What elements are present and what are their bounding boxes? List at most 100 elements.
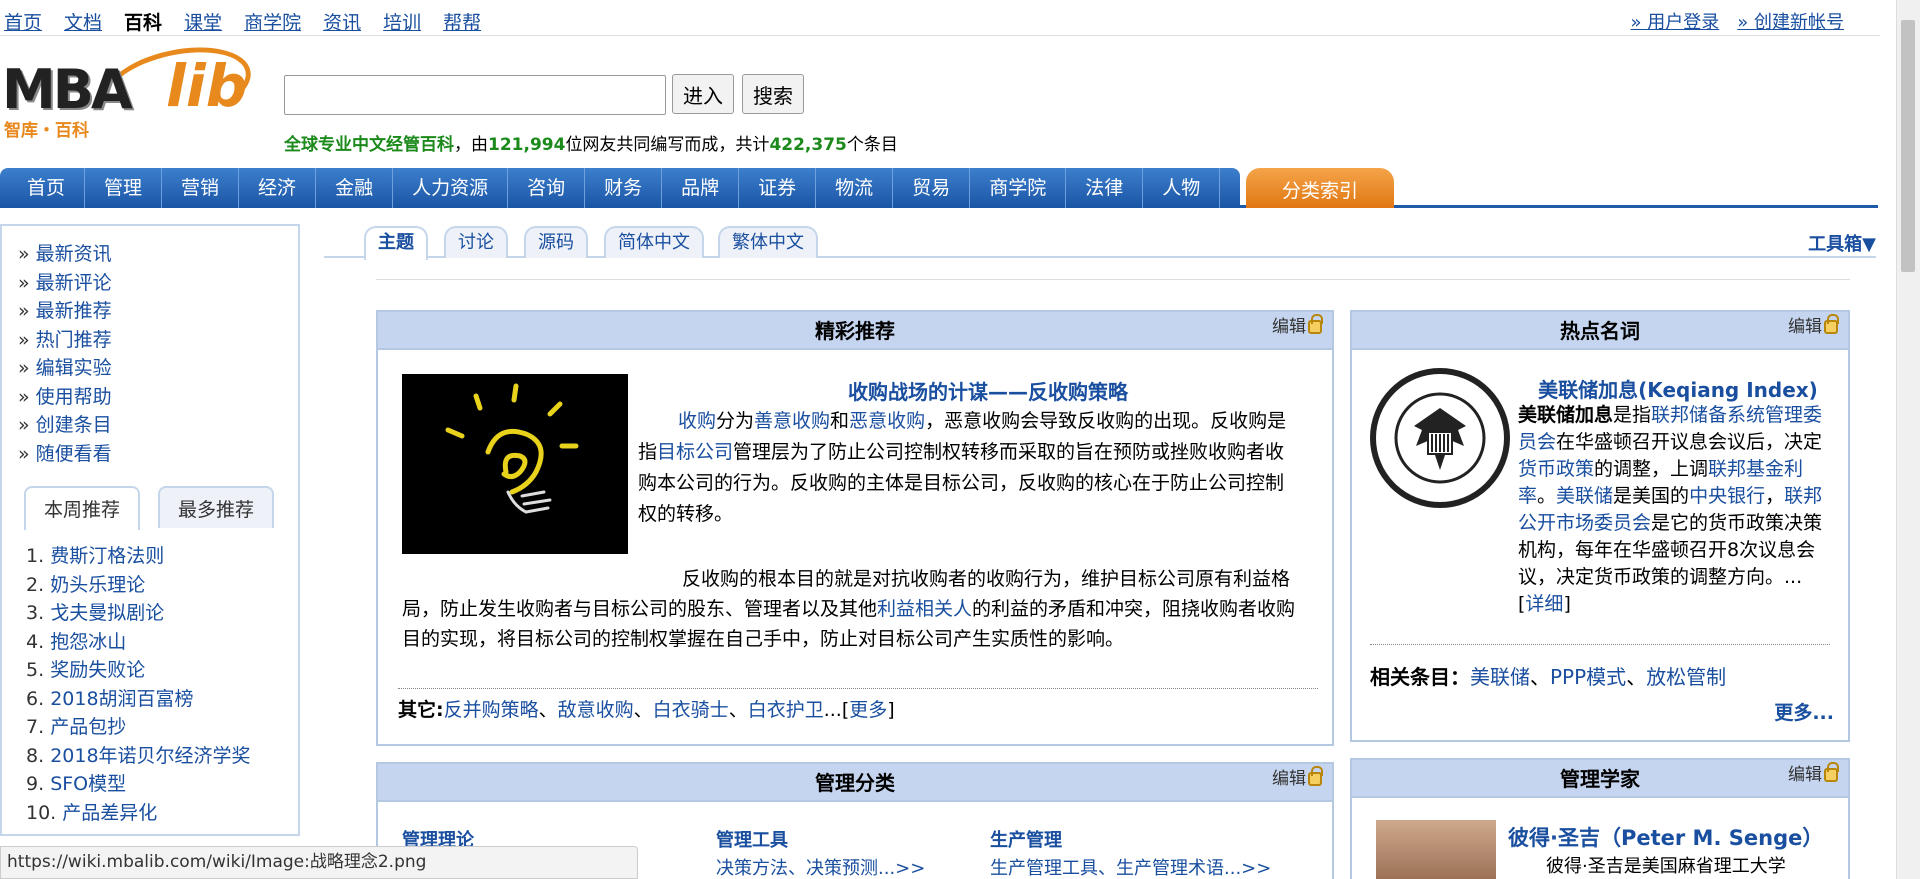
inline-link[interactable]: 货币政策 (1518, 458, 1594, 480)
sidebar-link[interactable]: 创建条目 (18, 411, 298, 440)
main-nav-item[interactable]: 咨询 (508, 168, 586, 208)
inline-link[interactable]: PPP模式 (1550, 665, 1626, 689)
top-nav-item[interactable]: 课堂 (184, 8, 222, 35)
scrollbar-thumb[interactable] (1901, 20, 1915, 272)
toolbox-menu[interactable]: 工具箱▼ (1808, 230, 1876, 256)
rank-link[interactable]: 产品包抄 (50, 716, 126, 738)
category-subitems[interactable]: 生产管理工具、生产管理术语...>> (990, 854, 1271, 879)
rank-link[interactable]: 2018年诺贝尔经济学奖 (50, 745, 250, 767)
rank-link[interactable]: SFO模型 (50, 773, 126, 795)
federal-reserve-seal-image[interactable] (1370, 368, 1510, 508)
rank-link[interactable]: 奶头乐理论 (50, 574, 145, 596)
tab-topic[interactable]: 主题 (364, 226, 428, 260)
top-nav-item[interactable]: 帮帮 (443, 8, 481, 35)
main-nav-item[interactable]: 管理 (85, 168, 163, 208)
lightbulb-image[interactable] (402, 374, 628, 554)
main-nav-label: 物流 (835, 177, 874, 199)
scholar-photo[interactable] (1376, 820, 1496, 879)
inline-link[interactable]: 更多 (849, 699, 887, 721)
inline-link[interactable]: 美联储 (1556, 485, 1613, 507)
rank-link[interactable]: 2018胡润百富榜 (50, 688, 193, 710)
edit-link[interactable]: 编辑 (1788, 760, 1839, 790)
main-nav-item[interactable]: 物流 (816, 168, 894, 208)
sidebar-link[interactable]: 最新资讯 (18, 240, 298, 269)
top-nav-item[interactable]: 百科 (124, 8, 162, 35)
tab-most-recommend[interactable]: 最多推荐 (158, 486, 274, 528)
inline-link[interactable]: 详细 (1525, 593, 1563, 615)
inline-link[interactable]: 反并购策略 (444, 699, 539, 721)
inline-link[interactable]: 中央银行 (1689, 485, 1765, 507)
top-nav-item[interactable]: 文档 (64, 8, 102, 35)
top-nav-item[interactable]: 商学院 (244, 8, 301, 35)
main-nav-item[interactable]: 证券 (739, 168, 817, 208)
scholars-header: 管理学家 编辑 (1352, 760, 1848, 798)
inline-link[interactable]: 目标公司 (657, 441, 733, 463)
lock-icon (1824, 762, 1839, 782)
mbalib-logo[interactable]: MBA lib 智库・百科 (2, 35, 258, 141)
rank-link[interactable]: 奖励失败论 (50, 659, 145, 681)
search-input[interactable] (284, 75, 666, 115)
tab-source[interactable]: 源码 (524, 226, 588, 258)
logo-subtitle: 智库・百科 (4, 121, 89, 141)
inline-link[interactable]: 敌意收购 (558, 699, 634, 721)
scholar-name[interactable]: 彼得·圣吉（Peter M. Senge） (1508, 822, 1838, 852)
main-nav-label: 营销 (181, 177, 220, 199)
sidebar-link[interactable]: 最新评论 (18, 269, 298, 298)
top-nav-item[interactable]: 培训 (383, 8, 421, 35)
sidebar-link[interactable]: 热门推荐 (18, 326, 298, 355)
search-button[interactable]: 搜索 (742, 74, 804, 114)
scholars-header-title: 管理学家 (1560, 767, 1640, 791)
edit-link[interactable]: 编辑 (1272, 764, 1323, 794)
inline-link[interactable]: 白衣护卫 (748, 699, 824, 721)
rank-link[interactable]: 产品差异化 (62, 802, 157, 824)
hot-more-link[interactable]: 更多... (1774, 698, 1834, 725)
tab-simplified[interactable]: 简体中文 (604, 226, 704, 258)
main-nav-item[interactable]: 商学院 (970, 168, 1067, 208)
sidebar-link[interactable]: 随便看看 (18, 440, 298, 469)
main-nav-item[interactable]: 人力资源 (393, 168, 509, 208)
inline-link[interactable]: 放松管制 (1646, 665, 1726, 689)
inline-link[interactable]: 美联储 (1470, 665, 1530, 689)
enter-button[interactable]: 进入 (672, 74, 734, 114)
rank-link[interactable]: 费斯汀格法则 (50, 545, 164, 567)
main-nav-item[interactable]: 营销 (162, 168, 240, 208)
tab-discussion[interactable]: 讨论 (444, 226, 508, 258)
main-nav-item[interactable]: 法律 (1066, 168, 1144, 208)
inline-link[interactable]: 恶意收购 (849, 410, 925, 432)
tagline-title: 全球专业中文经管百科 (284, 135, 454, 155)
tab-traditional[interactable]: 繁体中文 (718, 226, 818, 258)
category-index-tab[interactable]: 分类索引 (1246, 168, 1394, 208)
top-nav-item[interactable]: 首页 (4, 8, 42, 35)
hot-term-title[interactable]: 美联储加息(Keqiang Index) (1518, 374, 1838, 403)
main-nav-label: 法律 (1085, 177, 1124, 199)
page-scrollbar[interactable] (1896, 0, 1920, 879)
edit-link[interactable]: 编辑 (1272, 312, 1323, 342)
main-nav-item[interactable]: 财务 (585, 168, 663, 208)
main-nav-item[interactable]: 金融 (316, 168, 394, 208)
inline-link[interactable]: 白衣骑士 (653, 699, 729, 721)
register-link[interactable]: » 创建新帐号 (1737, 8, 1844, 34)
sidebar-link[interactable]: 使用帮助 (18, 383, 298, 412)
main-nav-item[interactable]: 经济 (239, 168, 317, 208)
inline-link[interactable]: 收购 (678, 410, 716, 432)
main-nav-item[interactable]: 贸易 (893, 168, 971, 208)
tab-weekly-recommend[interactable]: 本周推荐 (24, 486, 140, 530)
rank-link[interactable]: 戈夫曼拟剧论 (50, 602, 164, 624)
inline-link[interactable]: 善意收购 (754, 410, 830, 432)
main-nav-item[interactable]: 品牌 (662, 168, 740, 208)
sidebar-link[interactable]: 最新推荐 (18, 297, 298, 326)
category-heading[interactable]: 生产管理 (990, 826, 1271, 852)
list-item: 3. 戈夫曼拟剧论 (26, 599, 296, 628)
top-nav-item[interactable]: 资讯 (323, 8, 361, 35)
category-subitems[interactable]: 决策方法、决策预测...>> (716, 854, 925, 879)
category-heading[interactable]: 管理工具 (716, 826, 925, 852)
main-nav-item[interactable]: 首页 (8, 168, 86, 208)
main-nav-item[interactable]: 人物 (1143, 168, 1221, 208)
edit-link[interactable]: 编辑 (1788, 312, 1839, 342)
rank-link[interactable]: 抱怨冰山 (50, 631, 126, 653)
login-link[interactable]: » 用户登录 (1631, 8, 1720, 34)
sidebar-link[interactable]: 编辑实验 (18, 354, 298, 383)
featured-title[interactable]: 收购战场的计谋——反收购策略 (648, 376, 1328, 405)
edit-label: 编辑 (1272, 769, 1306, 789)
inline-link[interactable]: 利益相关人 (877, 598, 972, 620)
